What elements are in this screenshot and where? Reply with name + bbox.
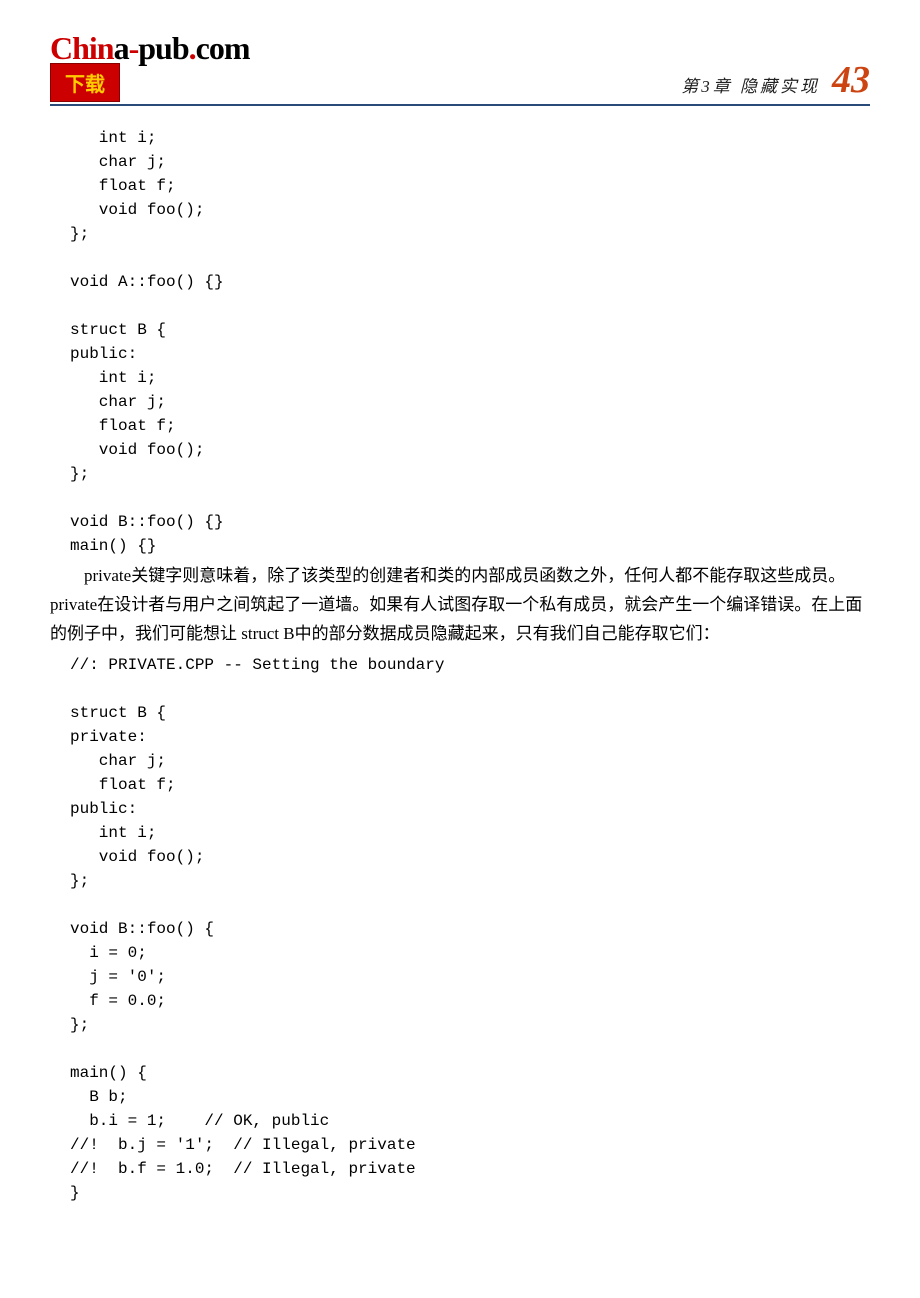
logo-part: com	[196, 30, 250, 66]
logo-part: Chin	[50, 30, 114, 66]
download-button[interactable]: 下载	[50, 63, 120, 102]
chapter-title: 第3章 隐藏实现	[681, 72, 820, 97]
site-logo: China-pub.com	[50, 30, 250, 67]
code-block-1: int i; char j; float f; void foo(); }; v…	[50, 126, 870, 558]
paragraph-1: private关键字则意味着，除了该类型的创建者和类的内部成员函数之外，任何人都…	[50, 562, 870, 649]
page-number: 43	[832, 58, 870, 102]
header-right: 第3章 隐藏实现 43	[681, 58, 870, 102]
logo-part: .	[189, 30, 196, 66]
logo-part: a	[114, 30, 129, 66]
logo-area: China-pub.com 下载	[50, 30, 250, 102]
page-header: China-pub.com 下载 第3章 隐藏实现 43	[50, 30, 870, 106]
code-block-2: //: PRIVATE.CPP -- Setting the boundary …	[50, 653, 870, 1205]
page-content: China-pub.com 下载 第3章 隐藏实现 43 int i; char…	[0, 0, 920, 1255]
logo-part: pub	[138, 30, 188, 66]
logo-part: -	[129, 30, 139, 66]
